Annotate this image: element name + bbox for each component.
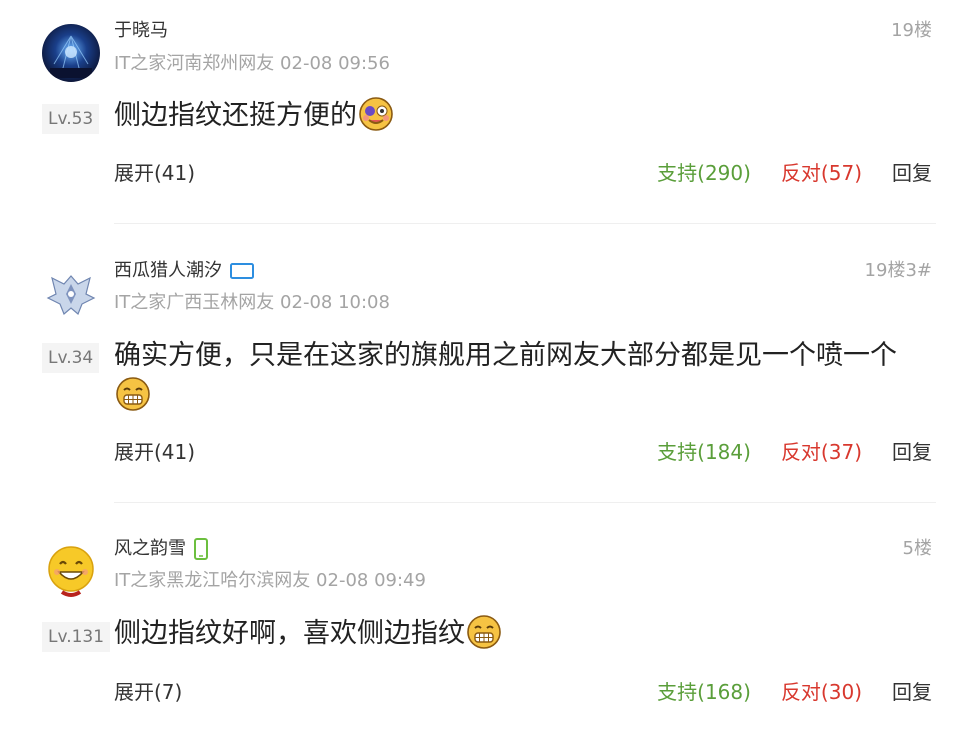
expand-replies-button[interactable]: 展开(7) [114,679,182,705]
user-level-badge: Lv.53 [42,104,100,134]
username[interactable]: 西瓜猎人潮汐 [114,260,254,282]
expand-replies-button[interactable]: 展开(41) [114,160,195,186]
winged-emblem-avatar-icon [42,264,100,322]
username-text: 西瓜猎人潮汐 [114,260,222,281]
comment-meta: IT之家黑龙江哈尔滨网友 02-08 09:49 [114,570,426,592]
comment-actions: 支持(290) 反对(57) 回复 [657,160,932,186]
comment-time: 02-08 09:49 [316,570,426,591]
tablet-icon [230,263,254,279]
grin-emoji-icon [115,376,151,412]
comment-actions: 支持(168) 反对(30) 回复 [657,679,932,705]
expand-replies-button[interactable]: 展开(41) [114,439,195,465]
comment-time: 02-08 09:56 [280,53,390,74]
oppose-button[interactable]: 反对(57) [781,160,862,186]
floor-number: 19楼 [891,20,932,41]
comment-meta: IT之家广西玉林网友 02-08 10:08 [114,292,390,314]
oppose-button[interactable]: 反对(30) [781,679,862,705]
user-avatar[interactable] [42,542,100,600]
username-text: 风之韵雪 [114,538,186,559]
concert-stage-avatar-icon [42,24,100,82]
comment-content: 确实方便，只是在这家的旗舰用之前网友大部分都是见一个喷一个 [114,336,914,416]
user-avatar[interactable] [42,24,100,82]
oppose-button[interactable]: 反对(37) [781,439,862,465]
grin-emoji-icon [466,614,502,650]
comment-text: 侧边指纹好啊，喜欢侧边指纹 [114,618,465,649]
user-location: IT之家黑龙江哈尔滨网友 [114,570,311,591]
comment-content: 侧边指纹好啊，喜欢侧边指纹 [114,614,914,654]
comment-meta: IT之家河南郑州网友 02-08 09:56 [114,53,390,75]
comment-divider [114,223,936,224]
phone-icon [194,538,208,560]
comment-divider [114,502,936,503]
floor-number: 19楼3# [864,260,932,281]
user-location: IT之家河南郑州网友 [114,53,275,74]
username-text: 于晓马 [114,20,168,41]
user-location: IT之家广西玉林网友 [114,292,275,313]
floor-number: 5楼 [902,538,932,559]
reply-button[interactable]: 回复 [892,160,932,186]
support-button[interactable]: 支持(184) [657,439,751,465]
comment-time: 02-08 10:08 [280,292,390,313]
user-level-badge: Lv.34 [42,343,100,373]
dizzy-emoji-icon [358,96,394,132]
comment-text: 确实方便，只是在这家的旗舰用之前网友大部分都是见一个喷一个 [114,340,897,371]
comment-content: 侧边指纹还挺方便的 [114,96,914,136]
user-avatar[interactable] [42,264,100,322]
username[interactable]: 于晓马 [114,20,168,42]
comment-actions: 支持(184) 反对(37) 回复 [657,439,932,465]
smiley-avatar-icon [42,542,100,600]
support-button[interactable]: 支持(290) [657,160,751,186]
reply-button[interactable]: 回复 [892,439,932,465]
comment-text: 侧边指纹还挺方便的 [114,100,357,131]
support-button[interactable]: 支持(168) [657,679,751,705]
reply-button[interactable]: 回复 [892,679,932,705]
username[interactable]: 风之韵雪 [114,538,208,560]
user-level-badge: Lv.131 [42,622,111,652]
